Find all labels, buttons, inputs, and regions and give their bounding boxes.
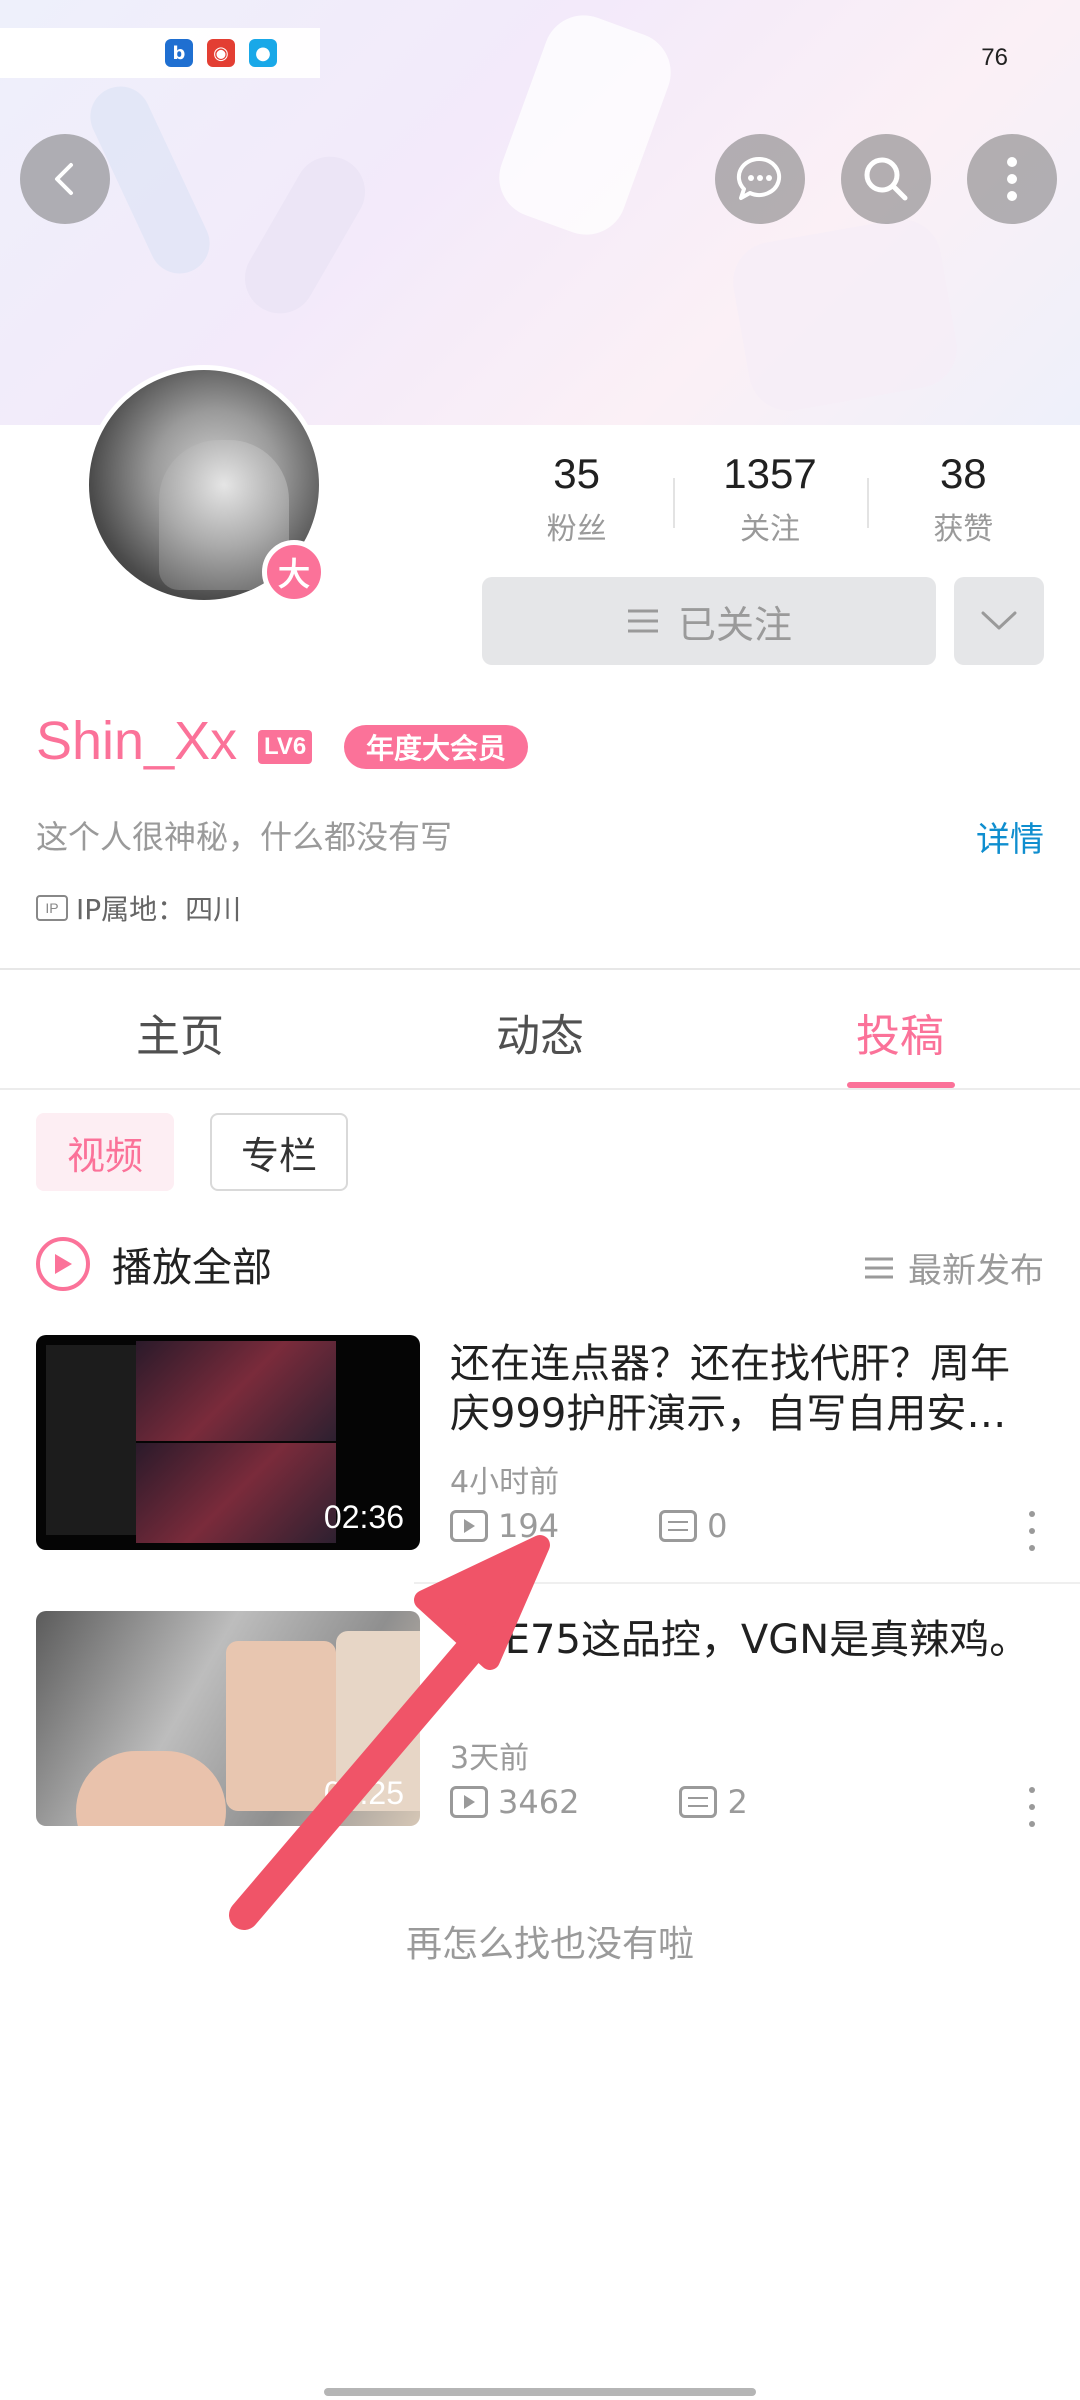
thumbnail-detail [136,1341,336,1441]
message-button[interactable] [715,134,805,224]
banner-decoration [726,213,964,417]
comment-count-value: 2 [727,1783,748,1821]
filter-video[interactable]: 视频 [36,1113,174,1191]
level-badge: LV6 [258,730,313,764]
status-bar: b ◉ ● [0,28,320,78]
profile-stats: 35 粉丝 1357 关注 38 获赞 [480,450,1060,550]
sort-icon [865,1257,893,1278]
stat-label: 粉丝 [546,512,607,547]
followed-label: 已关注 [677,602,792,647]
stat-value: 38 [939,450,987,497]
view-count: 194 [450,1507,559,1545]
video-more-icon[interactable] [1020,1511,1044,1551]
stat-value: 1357 [723,450,817,497]
search-button[interactable] [841,134,931,224]
username: Shin_Xx [36,711,238,771]
video-meta: 194 0 [450,1507,727,1545]
play-circle-icon [36,1237,90,1291]
thumbnail-detail [46,1345,136,1535]
divider [414,1582,1080,1584]
view-count: 3462 [450,1783,579,1821]
chevron-down-icon [981,611,1017,630]
thumbnail-detail [226,1641,336,1811]
video-duration: 02:36 [323,1499,404,1535]
comment-count: 2 [679,1783,748,1821]
video-time: 3天前 [450,1741,530,1776]
stat-likes[interactable]: 38 获赞 [866,450,1060,550]
more-vertical-icon [1007,157,1017,201]
view-count-value: 3462 [498,1783,580,1821]
view-count-value: 194 [498,1507,560,1545]
video-duration: 02:25 [323,1775,404,1811]
comment-count-value: 0 [707,1507,728,1545]
comment-icon [679,1786,718,1818]
video-item[interactable]: 02:25 VXE75这品控，VGN是真辣鸡。 3天前 3462 2 [36,1611,1044,1827]
sort-button[interactable]: 最新发布 [864,1243,1044,1292]
followed-button[interactable]: 已关注 [482,577,936,665]
search-icon [864,157,908,201]
comment-count: 0 [659,1507,727,1545]
banner-decoration [232,143,378,327]
ip-location: IP IP属地：四川 [36,888,241,928]
video-thumbnail[interactable]: 02:36 [36,1335,420,1550]
play-all-button[interactable]: 播放全部 [36,1235,272,1293]
ip-icon: IP [36,895,68,921]
menu-lines-icon [627,609,658,633]
profile-banner: b ◉ ● 76 [0,0,1080,425]
vip-tag[interactable]: 年度大会员 [344,725,529,769]
more-button[interactable] [967,134,1057,224]
stat-followers[interactable]: 35 粉丝 [480,450,673,550]
back-button[interactable] [20,134,110,224]
stat-value: 35 [553,450,601,497]
battery-level: 76 [981,44,1008,71]
tab-home[interactable]: 主页 [0,970,360,1090]
play-all-label: 播放全部 [112,1245,272,1291]
message-icon [736,156,782,200]
video-title[interactable]: 还在连点器？还在找代肝？周年庆999护肝演示，自写自用安… [450,1339,1044,1439]
sort-label: 最新发布 [908,1251,1044,1291]
divider [0,1088,1080,1090]
tab-submissions[interactable]: 投稿 [720,970,1080,1090]
play-count-icon [450,1510,488,1542]
video-more-icon[interactable] [1020,1787,1044,1827]
weibo-icon: ◉ [207,39,235,67]
chevron-left-icon [55,163,73,195]
video-meta: 3462 2 [450,1783,748,1821]
tab-bar: 主页 动态 投稿 [0,970,1080,1090]
video-title[interactable]: VXE75这品控，VGN是真辣鸡。 [450,1615,1044,1665]
tab-dynamics[interactable]: 动态 [360,970,720,1090]
stat-following[interactable]: 1357 关注 [673,450,866,550]
comment-icon [659,1510,698,1542]
ip-location-text: IP属地：四川 [76,893,242,926]
stat-label: 关注 [739,512,800,547]
vip-badge: 大 [262,540,326,604]
end-of-list-text: 再怎么找也没有啦 [405,1924,694,1965]
thumbnail-detail [76,1751,226,1826]
home-indicator[interactable] [324,2388,756,2396]
video-item[interactable]: 02:36 还在连点器？还在找代肝？周年庆999护肝演示，自写自用安… 4小时前… [36,1335,1044,1551]
video-time: 4小时前 [450,1465,560,1500]
video-thumbnail[interactable]: 02:25 [36,1611,420,1826]
detail-link[interactable]: 详情 [976,812,1044,861]
bio-text: 这个人很神秘，什么都没有写 [36,818,453,856]
filter-column[interactable]: 专栏 [210,1113,348,1191]
expand-button[interactable] [954,577,1044,665]
banner-decoration [488,4,682,246]
thumbnail-detail [136,1443,336,1543]
b-icon: b [165,39,193,67]
stat-label: 获赞 [933,512,994,547]
play-count-icon [450,1786,488,1818]
qq-icon: ● [249,39,277,67]
